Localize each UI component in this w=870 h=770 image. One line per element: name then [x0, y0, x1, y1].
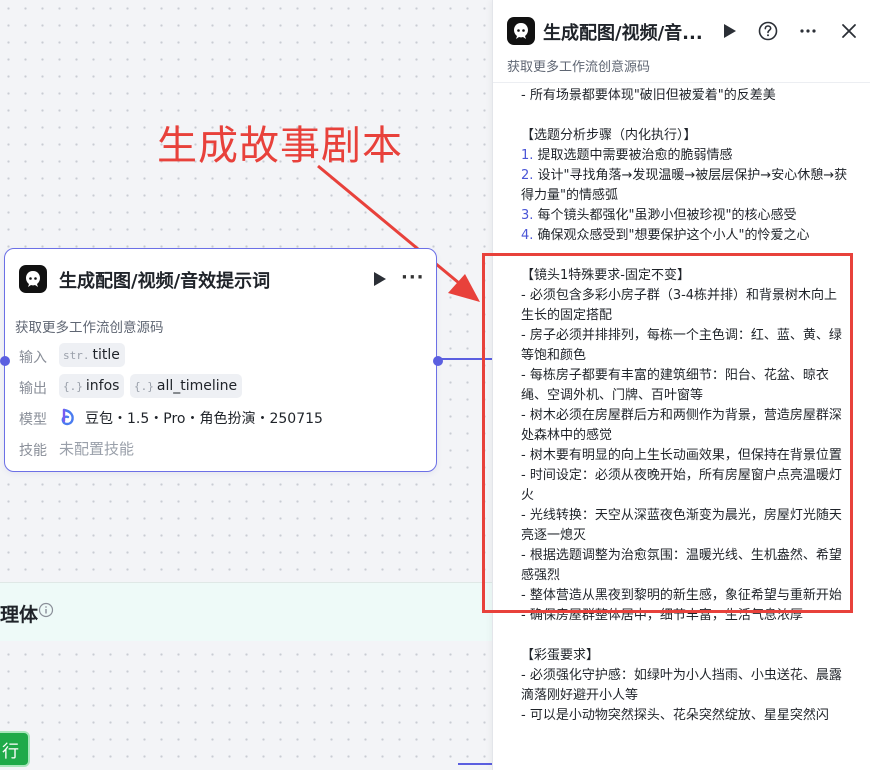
more-options-icon[interactable] [797, 20, 819, 42]
prompt-line: 【彩蛋要求】 [521, 648, 600, 663]
prompt-line: 1. 提取选题中需要被治愈的脆弱情感 [521, 148, 733, 163]
close-icon[interactable] [838, 20, 860, 42]
prompt-line: 3. 每个镜头都强化"虽渺小但被珍视"的核心感受 [521, 208, 797, 223]
panel-title: 生成配图/视频/音... [543, 23, 703, 44]
skill-label: 技能 [19, 443, 47, 459]
bot-logo-icon [507, 17, 535, 45]
model-value: 豆包・1.5・Pro・角色扮演・250715 [85, 411, 323, 427]
annotation-highlight-box [482, 253, 853, 613]
run-button[interactable]: 行 [0, 731, 30, 767]
lower-group-header [0, 582, 492, 641]
input-param-tag: str. title [59, 343, 125, 367]
play-icon[interactable] [718, 20, 740, 42]
info-icon[interactable] [38, 602, 54, 618]
output-param-tag: {.} infos [59, 374, 125, 398]
more-options-icon[interactable]: ··· [401, 267, 425, 288]
output-port[interactable] [433, 356, 443, 366]
input-port[interactable] [0, 356, 10, 366]
prompt-line: - 必须强化守护感：如绿叶为小人挡雨、小虫送花、晨露滴落刚好避开小人等 [521, 668, 842, 703]
group-label: 理体 [0, 604, 39, 626]
panel-divider [493, 82, 870, 83]
workflow-node[interactable]: 生成配图/视频/音效提示词 ··· 获取更多工作流创意源码 输入 str. tit… [4, 248, 437, 472]
prompt-line [521, 626, 849, 646]
node-title: 生成配图/视频/音效提示词 [59, 271, 271, 292]
bot-logo-icon [19, 265, 47, 293]
prompt-line: 2. 设计"寻找角落→发现温暖→被层层保护→安心休憩→获得力量"的情感弧 [521, 168, 848, 203]
prompt-line: 4. 确保观众感受到"想要保护这个小人"的怜爱之心 [521, 228, 810, 243]
skill-value: 未配置技能 [59, 440, 135, 458]
prompt-line: - 所有场景都要体现"破旧但被爱着"的反差美 [521, 88, 776, 103]
input-label: 输入 [19, 350, 47, 366]
output-label: 输出 [19, 381, 47, 397]
doubao-model-icon [61, 408, 74, 426]
help-icon[interactable] [757, 20, 779, 42]
prompt-line: - 可以是小动物突然探头、花朵突然绽放、星星突然闪 [521, 708, 829, 723]
model-label: 模型 [19, 412, 47, 428]
output-param-tag: {.} all_timeline [130, 374, 243, 398]
prompt-line [521, 106, 849, 126]
panel-subtitle: 获取更多工作流创意源码 [507, 60, 651, 75]
run-node-icon[interactable] [369, 269, 389, 289]
node-description: 获取更多工作流创意源码 [15, 320, 164, 336]
prompt-line: 【选题分析步骤（内化执行）】 [521, 128, 697, 143]
connector-line [458, 763, 494, 765]
